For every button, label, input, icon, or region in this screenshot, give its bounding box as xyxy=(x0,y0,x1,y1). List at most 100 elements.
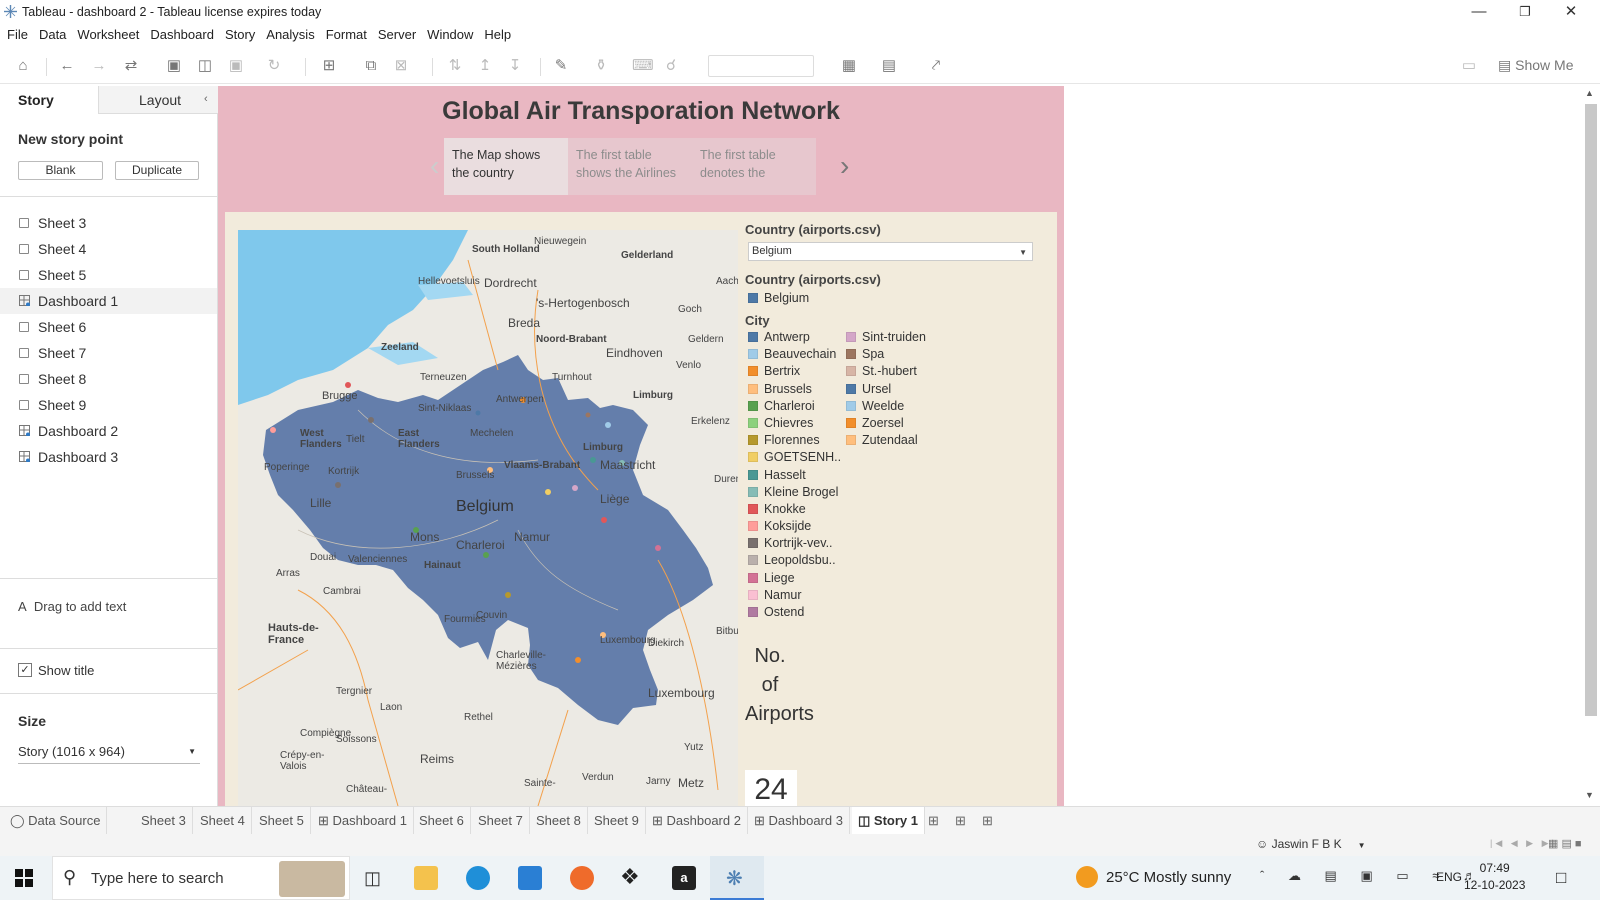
menu-server[interactable]: Server xyxy=(378,24,416,46)
scrollbar-thumb[interactable] xyxy=(1585,104,1597,716)
show-title-checkbox[interactable]: ✓ xyxy=(18,663,32,677)
highlight-icon[interactable]: ✎ xyxy=(552,57,570,75)
menu-help[interactable]: Help xyxy=(484,24,511,46)
swap-icon[interactable]: ⇅ xyxy=(446,57,464,75)
firefox-icon[interactable] xyxy=(570,866,594,890)
story-sheet-item[interactable]: Sheet 7 xyxy=(0,340,217,366)
duplicate-sheet-icon[interactable]: ⧉ xyxy=(362,57,380,75)
menu-file[interactable]: File xyxy=(7,24,28,46)
story-point-2[interactable]: The first table shows the Airlines xyxy=(568,138,692,195)
show-me-button[interactable]: ▤ Show Me xyxy=(1498,57,1573,74)
country-filter-dropdown[interactable]: Belgium ▼ xyxy=(748,242,1033,261)
city-legend-item[interactable]: Antwerp xyxy=(748,330,841,347)
story-sheet-item[interactable]: Sheet 8 xyxy=(0,366,217,392)
amazon-icon[interactable]: a xyxy=(672,866,696,890)
size-dropdown[interactable]: Story (1016 x 964) ▼ xyxy=(18,744,200,764)
tab-sheet-3[interactable]: Sheet 3 xyxy=(135,807,193,835)
story-sheet-item[interactable]: Sheet 5 xyxy=(0,262,217,288)
tab-sheet-9[interactable]: Sheet 9 xyxy=(588,807,646,835)
taskbar-search-box[interactable]: ⚲ Type here to search xyxy=(52,856,350,900)
city-legend-item[interactable]: Sint-truiden xyxy=(846,330,926,347)
next-story-point-arrow[interactable]: › xyxy=(840,150,849,182)
sort-descending-icon[interactable]: ↧ xyxy=(506,57,524,75)
city-legend-item[interactable]: Liege xyxy=(748,571,841,588)
sheet-navigation[interactable]: |◀ ◀ ▶ ▶| xyxy=(1490,838,1557,849)
language-indicator[interactable]: ENG xyxy=(1436,870,1462,884)
file-explorer-icon[interactable] xyxy=(414,866,438,890)
story-sheet-item[interactable]: Dashboard 2 xyxy=(0,418,217,444)
sort-ascending-icon[interactable]: ↥ xyxy=(476,57,494,75)
city-legend-item[interactable]: Charleroi xyxy=(748,399,841,416)
minimize-button[interactable]: — xyxy=(1456,0,1502,24)
map-view[interactable]: South Holland Nieuwegein Gelderland Hell… xyxy=(238,230,738,806)
tab-sheet-8[interactable]: Sheet 8 xyxy=(530,807,588,835)
city-legend-item[interactable]: Kortrijk-vev.. xyxy=(748,536,841,553)
restore-button[interactable]: ❐ xyxy=(1502,0,1548,24)
tableau-taskbar-button[interactable]: ❋ xyxy=(710,856,764,900)
scroll-down-icon[interactable]: ▼ xyxy=(1585,790,1594,800)
city-legend-item[interactable]: Koksijde xyxy=(748,519,841,536)
redo-icon[interactable]: → xyxy=(90,57,108,75)
story-point-1[interactable]: The Map shows the country xyxy=(444,138,568,195)
story-point-3[interactable]: The first table denotes the xyxy=(692,138,816,195)
city-legend-item[interactable]: Bertrix xyxy=(748,364,841,381)
menu-dashboard[interactable]: Dashboard xyxy=(150,24,214,46)
weather-text[interactable]: 25°C Mostly sunny xyxy=(1106,869,1231,886)
fit-dropdown[interactable] xyxy=(708,55,814,77)
undo-icon[interactable]: ← xyxy=(58,57,76,75)
pause-updates-icon[interactable]: ▣ xyxy=(227,57,245,75)
story-sheet-item[interactable]: Dashboard 3 xyxy=(0,444,217,470)
city-legend-item[interactable]: Beauvechain xyxy=(748,347,841,364)
story-sheet-item[interactable]: Sheet 6 xyxy=(0,314,217,340)
new-dashboard-tab-icon[interactable]: ⊞ xyxy=(955,813,966,829)
tab-dashboard-3[interactable]: ⊞ Dashboard 3 xyxy=(748,807,850,835)
city-legend-item[interactable]: GOETSENH.. xyxy=(748,450,841,467)
refresh-icon[interactable]: ↻ xyxy=(265,57,283,75)
story-sheet-item[interactable]: Dashboard 1 xyxy=(0,288,217,314)
city-legend-item[interactable]: Zoersel xyxy=(846,416,926,433)
new-worksheet-tab-icon[interactable]: ⊞ xyxy=(928,813,939,829)
story-sheet-item[interactable]: Sheet 3 xyxy=(0,210,217,236)
city-legend-item[interactable]: Zutendaal xyxy=(846,433,926,450)
mail-icon[interactable] xyxy=(518,866,542,890)
presentation-mode-icon[interactable]: ▤ xyxy=(880,57,898,75)
menu-worksheet[interactable]: Worksheet xyxy=(77,24,139,46)
tab-sheet-7[interactable]: Sheet 7 xyxy=(472,807,530,835)
city-legend-item[interactable]: Florennes xyxy=(748,433,841,450)
duplicate-button[interactable]: Duplicate xyxy=(115,161,199,180)
save-icon[interactable]: ▣ xyxy=(165,57,183,75)
previous-story-point-arrow[interactable]: ‹ xyxy=(430,150,439,182)
story-sheet-item[interactable]: Sheet 4 xyxy=(0,236,217,262)
share-icon[interactable]: ⤤ xyxy=(927,57,945,75)
tab-dashboard-2[interactable]: ⊞ Dashboard 2 xyxy=(646,807,748,835)
menu-story[interactable]: Story xyxy=(225,24,255,46)
tab-layout[interactable]: Layout xyxy=(98,86,218,114)
new-worksheet-icon[interactable]: ⊞ xyxy=(320,57,338,75)
city-legend-item[interactable]: St.-hubert xyxy=(846,364,926,381)
clock[interactable]: 07:49 12-10-2023 xyxy=(1464,860,1525,894)
city-legend-item[interactable]: Kleine Brogel xyxy=(748,485,841,502)
label-icon[interactable]: ⌨ xyxy=(632,57,654,75)
tab-data-source[interactable]: ◯ Data Source xyxy=(4,807,108,835)
home-icon[interactable]: ⌂ xyxy=(14,57,32,75)
clear-sheet-icon[interactable]: ⊠ xyxy=(392,57,410,75)
close-button[interactable]: ✕ xyxy=(1548,0,1594,24)
pin-toolbar-icon[interactable]: ▭ xyxy=(1460,57,1478,75)
collapse-pane-icon[interactable]: ‹ xyxy=(204,93,208,105)
menu-analysis[interactable]: Analysis xyxy=(266,24,314,46)
city-legend-item[interactable]: Hasselt xyxy=(748,468,841,485)
city-legend-item[interactable]: Spa xyxy=(846,347,926,364)
city-legend-item[interactable]: Chievres xyxy=(748,416,841,433)
scroll-up-icon[interactable]: ▲ xyxy=(1585,88,1594,98)
windows-start-icon[interactable] xyxy=(15,869,33,887)
group-icon[interactable]: ⚱ xyxy=(592,57,610,75)
city-legend-item[interactable]: Knokke xyxy=(748,502,841,519)
dropbox-icon[interactable]: ❖ xyxy=(620,864,640,890)
menu-window[interactable]: Window xyxy=(427,24,473,46)
tab-sheet-4[interactable]: Sheet 4 xyxy=(194,807,252,835)
city-legend-item[interactable]: Namur xyxy=(748,588,841,605)
legend-item[interactable]: Belgium xyxy=(748,291,809,305)
city-legend-item[interactable]: Weelde xyxy=(846,399,926,416)
city-legend-item[interactable]: Ursel xyxy=(846,382,926,399)
edge-icon[interactable] xyxy=(466,866,490,890)
